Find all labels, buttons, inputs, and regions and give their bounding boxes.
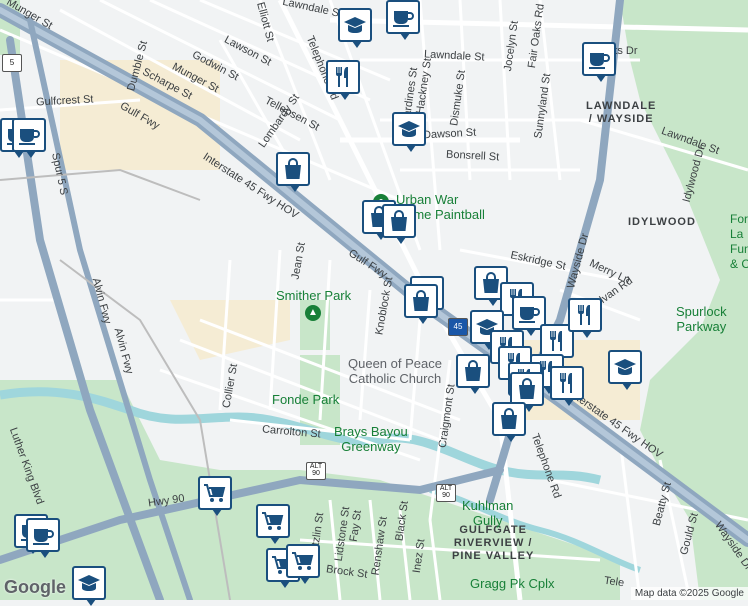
- google-logo: Google: [4, 577, 66, 597]
- neighborhood-lawndale-wayside: LAWNDALE / WAYSIDE: [586, 100, 657, 125]
- school-marker-icon[interactable]: [338, 8, 372, 48]
- park-marker-icon[interactable]: ▲: [305, 305, 321, 321]
- cafe-marker-icon[interactable]: [582, 42, 616, 82]
- route-shield-spur5: 5: [2, 54, 22, 72]
- shopping-marker-icon[interactable]: [276, 152, 310, 192]
- poi-forest-lawn[interactable]: Forest La Fun & Cu: [730, 212, 748, 272]
- poi-brays-bayou-greenway[interactable]: Brays Bayou Greenway: [334, 424, 408, 454]
- restaurant-marker-icon[interactable]: [550, 366, 584, 406]
- restaurant-marker-icon[interactable]: [326, 60, 360, 100]
- route-shield-alt90: ALT 90: [306, 462, 326, 480]
- route-shield-alt90: ALT 90: [436, 484, 456, 502]
- cafe-marker-icon[interactable]: [12, 118, 46, 158]
- map-attribution[interactable]: Map data ©2025 Google: [630, 587, 748, 600]
- poi-fonde-park[interactable]: Fonde Park: [272, 392, 339, 407]
- poi-queen-of-peace[interactable]: Queen of Peace Catholic Church: [348, 356, 442, 386]
- school-marker-icon[interactable]: [392, 112, 426, 152]
- neighborhood-idylwood: IDYLWOOD: [628, 216, 696, 228]
- school-marker-icon[interactable]: [608, 350, 642, 390]
- poi-kuhlman-gully[interactable]: Kuhlman Gully: [462, 498, 513, 528]
- school-marker-icon[interactable]: [72, 566, 106, 606]
- grocery-marker-icon[interactable]: [256, 504, 290, 544]
- shopping-marker-icon[interactable]: [382, 204, 416, 244]
- map-canvas[interactable]: [0, 0, 748, 600]
- route-shield-i45: 45: [448, 318, 468, 336]
- poi-smither-park[interactable]: Smither Park: [276, 288, 351, 303]
- shopping-marker-icon[interactable]: [456, 354, 490, 394]
- neighborhood-gulfgate: GULFGATE RIVERVIEW / PINE VALLEY: [452, 524, 535, 562]
- grocery-marker-icon[interactable]: [286, 544, 320, 584]
- poi-spurlock-parkway[interactable]: Spurlock Parkway: [676, 304, 727, 334]
- shopping-marker-icon[interactable]: [510, 372, 544, 412]
- grocery-marker-icon[interactable]: [198, 476, 232, 516]
- poi-gragg-park[interactable]: Gragg Pk Cplx: [470, 576, 555, 591]
- shopping-marker-icon[interactable]: [492, 402, 526, 442]
- cafe-marker-icon[interactable]: [386, 0, 420, 40]
- cafe-marker-icon[interactable]: [26, 518, 60, 558]
- restaurant-marker-icon[interactable]: [568, 298, 602, 338]
- shopping-marker-icon[interactable]: [404, 284, 438, 324]
